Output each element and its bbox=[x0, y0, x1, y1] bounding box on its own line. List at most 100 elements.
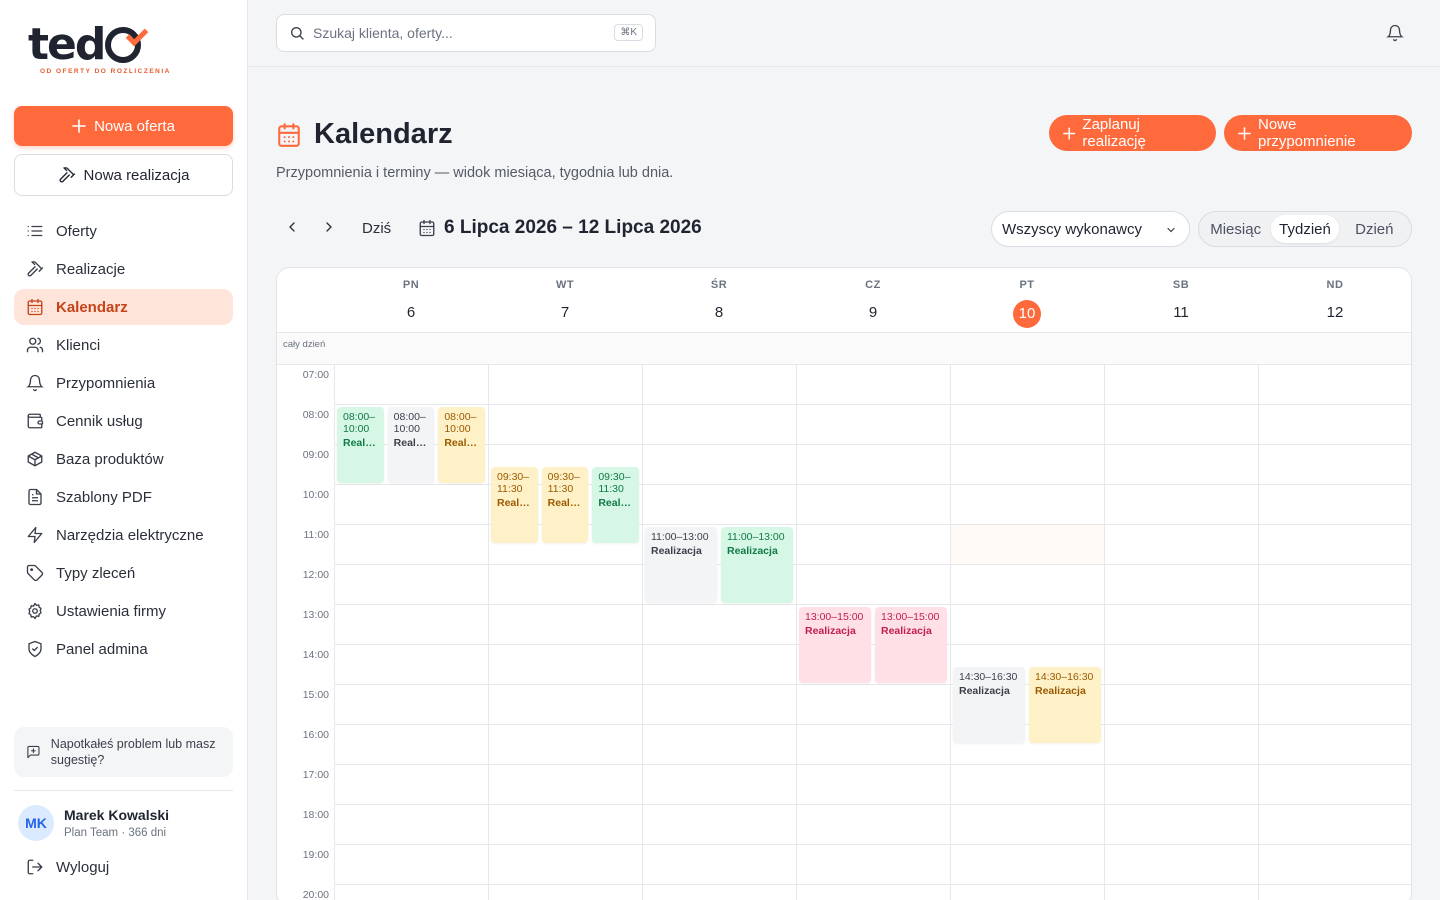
day-header[interactable]: CZ 9 bbox=[796, 268, 950, 332]
calendar-event[interactable]: 09:30–11:30 Realizacja bbox=[541, 467, 589, 543]
calendar-event[interactable]: 14:30–16:30 Realizacja bbox=[1029, 667, 1101, 743]
view-week[interactable]: Tydzień bbox=[1271, 215, 1339, 243]
event-time: 13:00–15:00 bbox=[881, 611, 940, 623]
nav-item-admin-panel[interactable]: Panel admina bbox=[14, 631, 233, 667]
nav-label: Cennik usług bbox=[56, 412, 143, 430]
time-label: 13:00 bbox=[302, 609, 329, 621]
user-profile[interactable]: MK Marek Kowalski Plan Team · 366 dni bbox=[18, 805, 169, 841]
view-day[interactable]: Dzień bbox=[1341, 215, 1408, 243]
nav-label: Kalendarz bbox=[56, 298, 128, 316]
hour-row[interactable] bbox=[334, 645, 1411, 685]
event-title: Realizacja bbox=[1035, 685, 1086, 697]
hour-row[interactable] bbox=[334, 685, 1411, 725]
event-title: Realizacja bbox=[805, 625, 856, 637]
nav-item-realizations[interactable]: Realizacje bbox=[14, 251, 233, 287]
view-switcher: Miesiąc Tydzień Dzień bbox=[1198, 211, 1412, 247]
nav-item-pricing[interactable]: Cennik usług bbox=[14, 403, 233, 439]
event-title: Realizacja bbox=[727, 545, 778, 557]
all-day-row[interactable]: cały dzień bbox=[277, 332, 1411, 365]
time-label: 15:00 bbox=[302, 689, 329, 701]
new-offer-button[interactable]: Nowa oferta bbox=[14, 106, 233, 146]
all-day-label: cały dzień bbox=[283, 339, 326, 350]
day-column-divider bbox=[642, 365, 643, 900]
nav-item-power-tools[interactable]: Narzędzia elektryczne bbox=[14, 517, 233, 553]
schedule-realization-button[interactable]: Zaplanuj realizację bbox=[1049, 115, 1216, 151]
calendar-event[interactable]: 11:00–13:00 Realizacja bbox=[721, 527, 793, 603]
notifications-button[interactable] bbox=[1386, 24, 1404, 47]
event-title: Realizacja bbox=[343, 437, 378, 449]
time-label: 07:00 bbox=[302, 369, 329, 381]
day-header[interactable]: ŚR 8 bbox=[642, 268, 796, 332]
time-label: 08:00 bbox=[302, 409, 329, 421]
nav-item-offers[interactable]: Oferty bbox=[14, 213, 233, 249]
calendar-event[interactable]: 13:00–15:00 Realizacja bbox=[875, 607, 947, 683]
prev-week-button[interactable] bbox=[284, 219, 300, 240]
calendar-event[interactable]: 13:00–15:00 Realizacja bbox=[799, 607, 871, 683]
calendar-event[interactable]: 11:00–13:00 Realizacja bbox=[645, 527, 717, 603]
users-icon bbox=[26, 337, 44, 353]
calendar-event[interactable]: 09:30–11:30 Realizacja bbox=[491, 467, 538, 543]
feedback-button[interactable]: Napotkałeś problem lub masz sugestię? bbox=[14, 727, 233, 777]
assignee-select[interactable]: Wszyscy wykonawcy bbox=[991, 211, 1190, 247]
view-month[interactable]: Miesiąc bbox=[1202, 215, 1269, 243]
nav-item-clients[interactable]: Klienci bbox=[14, 327, 233, 363]
calendar-event[interactable]: 14:30–16:30 Realizacja bbox=[953, 667, 1025, 743]
nav-item-products[interactable]: Baza produktów bbox=[14, 441, 233, 477]
nav-label: Przypomnienia bbox=[56, 374, 156, 392]
calendar-event[interactable]: 08:00–10:00 Realizacja bbox=[438, 407, 485, 483]
topbar: ⌘K bbox=[248, 0, 1440, 67]
search-input[interactable] bbox=[313, 25, 603, 41]
time-label: 12:00 bbox=[302, 569, 329, 581]
day-header[interactable]: WT 7 bbox=[488, 268, 642, 332]
nav-item-pdf-templates[interactable]: Szablony PDF bbox=[14, 479, 233, 515]
package-icon bbox=[27, 451, 43, 467]
logout-button[interactable]: Wyloguj bbox=[26, 858, 109, 876]
day-column-divider bbox=[1104, 365, 1105, 900]
today-button[interactable]: Dziś bbox=[362, 220, 391, 237]
new-realization-label: Nowa realizacja bbox=[83, 166, 190, 184]
day-header[interactable]: ND 12 bbox=[1258, 268, 1411, 332]
hour-row[interactable] bbox=[334, 765, 1411, 805]
new-reminder-button[interactable]: Nowe przypomnienie bbox=[1224, 115, 1412, 151]
hour-row[interactable] bbox=[334, 725, 1411, 765]
nav-item-calendar[interactable]: Kalendarz bbox=[14, 289, 233, 325]
nav-label: Szablony PDF bbox=[56, 488, 152, 506]
hour-row[interactable] bbox=[334, 365, 1411, 405]
hour-row[interactable] bbox=[334, 405, 1411, 445]
event-title: Realizacja bbox=[881, 625, 932, 637]
event-time: 09:30–11:30 bbox=[547, 471, 580, 495]
day-header[interactable]: SB 11 bbox=[1104, 268, 1258, 332]
sidebar-divider bbox=[14, 790, 233, 791]
day-column-divider bbox=[334, 365, 335, 900]
user-name: Marek Kowalski bbox=[64, 807, 170, 823]
hour-row[interactable] bbox=[334, 885, 1411, 900]
calendar-event[interactable]: 09:30–11:30 Realizacja bbox=[592, 467, 639, 543]
nav-item-order-types[interactable]: Typy zleceń bbox=[14, 555, 233, 591]
next-week-button[interactable] bbox=[321, 219, 337, 240]
nav-label: Narzędzia elektryczne bbox=[56, 526, 204, 544]
new-realization-button[interactable]: Nowa realizacja bbox=[14, 154, 233, 196]
logo[interactable]: ted OD OFERTY DO ROZLICZENIA bbox=[28, 22, 171, 76]
hour-row[interactable] bbox=[334, 605, 1411, 645]
bell-icon bbox=[1386, 24, 1404, 42]
hour-row[interactable] bbox=[334, 805, 1411, 845]
day-header[interactable]: PN 6 bbox=[334, 268, 488, 332]
day-header[interactable]: PT 10 bbox=[950, 268, 1104, 332]
hour-row[interactable] bbox=[334, 565, 1411, 605]
calendar-event[interactable]: 08:00–10:00 Realizacja bbox=[387, 407, 435, 483]
schedule-label: Zaplanuj realizację bbox=[1082, 116, 1146, 150]
search-box[interactable]: ⌘K bbox=[276, 14, 656, 52]
day-name: PN bbox=[402, 279, 420, 291]
event-time: 09:30–11:30 bbox=[598, 471, 631, 495]
hour-row[interactable] bbox=[334, 845, 1411, 885]
nav-item-reminders[interactable]: Przypomnienia bbox=[14, 365, 233, 401]
calendar-icon bbox=[278, 122, 300, 147]
logo-tagline: OD OFERTY DO ROZLICZENIA bbox=[40, 68, 171, 75]
day-name: WT bbox=[555, 279, 575, 291]
nav-item-company-settings[interactable]: Ustawienia firmy bbox=[14, 593, 233, 629]
date-range: 6 Lipca 2026 – 12 Lipca 2026 bbox=[418, 217, 702, 239]
nav-label: Typy zleceń bbox=[56, 564, 136, 582]
day-number: 9 bbox=[868, 304, 878, 321]
calendar-event[interactable]: 08:00–10:00 Realizacja bbox=[337, 407, 384, 483]
message-plus-icon bbox=[27, 745, 40, 759]
